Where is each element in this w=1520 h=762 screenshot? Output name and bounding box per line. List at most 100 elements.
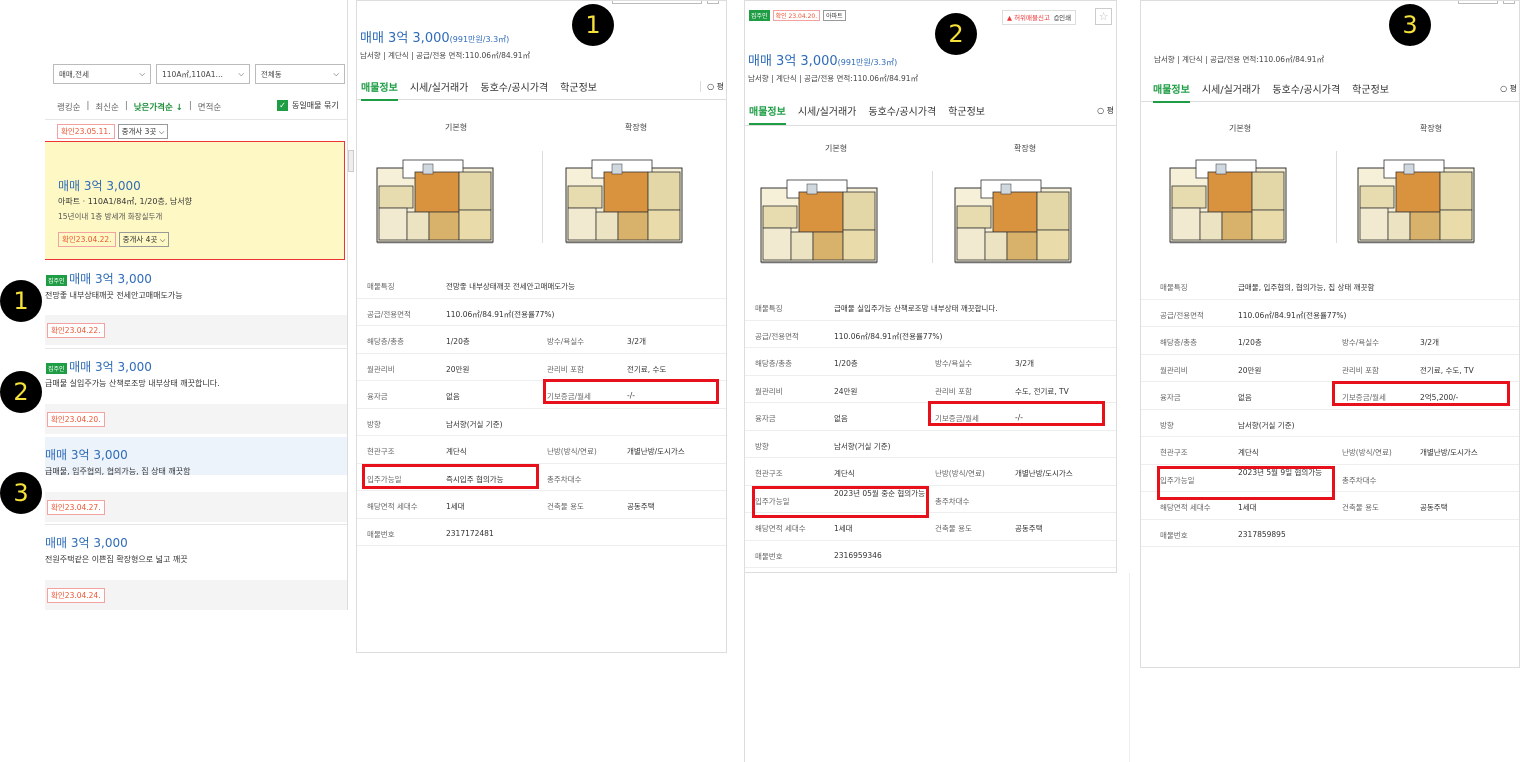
row-value: 1세대	[446, 502, 465, 511]
row-label: 융자금	[367, 392, 388, 401]
tab-school[interactable]: 학군정보	[948, 103, 985, 118]
tab-price[interactable]: 시세/실거래가	[410, 79, 469, 94]
row-label: 난방(방식/연료)	[935, 469, 985, 478]
print-button[interactable]: ⎙인쇄	[1054, 12, 1071, 23]
trade-type-select[interactable]: 매매,전세 ⌵	[53, 64, 151, 84]
sort-area[interactable]: 면적순	[198, 101, 221, 113]
row-label: 매물특징	[1160, 283, 1188, 292]
row-value: 1/20층	[446, 337, 470, 346]
row-value: 3/2개	[1420, 338, 1439, 347]
same-listing-label: 동일매물 묶기	[292, 101, 339, 110]
row-value: 110.06㎡/84.91㎡(전용률77%)	[834, 331, 943, 341]
tab-price[interactable]: 시세/실거래가	[798, 103, 857, 118]
area-unit-toggle[interactable]: ○ 평	[1097, 105, 1114, 116]
row-value: 2316959346	[834, 550, 882, 560]
tab-school[interactable]: 학군정보	[1352, 81, 1389, 96]
list-item[interactable]: 집주인 매매 3억 3,000 전망좋 내부상태깨끗 전세안고매매도가능	[45, 270, 347, 301]
row-label: 관리비 포함	[547, 364, 584, 374]
chevron-down-icon: ⌵	[333, 69, 339, 78]
row-value: 없음	[446, 392, 460, 401]
floorplan-ext-image[interactable]	[1354, 146, 1478, 246]
floorplan-ext-image[interactable]	[562, 146, 686, 246]
top-item-tags: 확인23.05.11. 중개사 3곳 ⌵	[57, 124, 169, 139]
table-row: 방향 남서향(거실 기준)	[357, 409, 726, 436]
detail-tabs: 매물정보 시세/실거래가 동호수/공시가격 학군정보 ○ 평	[1141, 76, 1519, 103]
floorplan-basic-image[interactable]	[373, 146, 497, 246]
tab-unit[interactable]: 동호수/공시가격	[868, 103, 936, 118]
row-value: 계단식	[446, 447, 467, 456]
tab-unit[interactable]: 동호수/공시가격	[480, 79, 548, 94]
floorplan-ext-label: 확장형	[625, 123, 648, 132]
highlighted-listing[interactable]: 매매 3억 3,000 아파트 · 110A1/84㎡, 1/20층, 남서향 …	[45, 141, 345, 260]
building-value: 전체동	[261, 69, 282, 79]
confirm-date: 확인 23.04.20.	[772, 10, 821, 21]
row-value: 1/20층	[1238, 338, 1262, 347]
row-label: 방수/욕실수	[547, 337, 585, 346]
confirm-date: 확인23.04.24.	[47, 588, 105, 603]
list-item[interactable]: 매매 3억 3,000 급매물, 입주협의, 협의가능, 집 상태 깨끗함	[45, 446, 347, 477]
confirm-date: 확인23.04.20.	[47, 412, 105, 427]
list-item[interactable]: 매매 3억 3,000 전원주택같은 이쁜집 확장형으로 넓고 깨끗	[45, 534, 347, 565]
table-row: 현관구조 계단식 난방(방식/연료) 개별난방/도시가스	[745, 458, 1116, 486]
agent-count-button[interactable]: 중개사 4곳 ⌵	[118, 232, 170, 247]
same-listing-toggle[interactable]: ✓ 동일매물 묶기	[277, 100, 339, 111]
tab-price[interactable]: 시세/실거래가	[1202, 81, 1261, 96]
tab-listing-info[interactable]: 매물정보	[749, 103, 786, 125]
confirm-date: 확인23.04.22.	[47, 323, 105, 338]
report-button[interactable]: ▲ 허위매물신고	[1007, 12, 1050, 23]
table-row: 매물번호 2317172481	[357, 519, 726, 546]
area-unit-toggle[interactable]: ○ 평	[700, 81, 724, 92]
agent-count-button[interactable]: 중개사 3곳 ⌵	[117, 124, 169, 139]
highlight-box	[1332, 381, 1510, 406]
building-select[interactable]: 전체동 ⌵	[255, 64, 345, 84]
tab-listing-info[interactable]: 매물정보	[361, 79, 398, 101]
listing-desc: 전망좋 내부상태깨끗 전세안고매매도가능	[45, 291, 183, 300]
sort-ranking[interactable]: 랭킹순	[57, 101, 80, 113]
detail-actions: ▲ 허위매물신고 ⎙인쇄	[1002, 10, 1077, 25]
row-label: 월관리비	[755, 386, 783, 396]
tab-school[interactable]: 학군정보	[560, 79, 597, 94]
highlight-box	[1157, 466, 1335, 500]
area-select[interactable]: 110A㎡,110A1… ⌵	[156, 64, 250, 84]
row-label: 공급/전용면적	[755, 331, 799, 341]
row-label: 방향	[367, 419, 381, 429]
floorplan-icon	[760, 179, 878, 264]
table-row: 월관리비 20만원 관리비 포함 전기료, 수도, TV	[1141, 355, 1519, 382]
confirm-date: 확인23.04.27.	[47, 500, 105, 515]
row-value: 110.06㎡/84.91㎡(전용률77%)	[1238, 310, 1347, 320]
detail-price: 매매 3억 3,000(991만원/3.3㎡)	[360, 31, 510, 46]
list-item[interactable]: 집주인 매매 3억 3,000 급매물 실입주가능 산책로조망 내부상태 깨끗합…	[45, 358, 347, 389]
row-label: 현관구조	[367, 447, 395, 456]
agent-count-label: 중개사 4곳	[122, 235, 158, 244]
marker-1: 1	[572, 4, 614, 46]
area-value: 110A㎡,110A1…	[162, 69, 224, 79]
row-label: 매물번호	[755, 551, 783, 561]
marker-2: 2	[0, 371, 42, 413]
row-label: 월관리비	[367, 364, 395, 374]
tab-listing-info[interactable]: 매물정보	[1153, 81, 1190, 103]
detail-subline: 남서향 | 계단식 | 공급/전용 면적:110.06㎡/84.91㎡	[360, 51, 531, 60]
tab-unit[interactable]: 동호수/공시가격	[1272, 81, 1340, 96]
table-row: 방향 남서향(거실 기준)	[745, 431, 1116, 458]
row-label: 현관구조	[1160, 448, 1188, 457]
table-row: 월관리비 20만원 관리비 포함 전기료, 수도	[357, 354, 726, 381]
detail-subline: 남서향 | 계단식 | 공급/전용 면적:110.06㎡/84.91㎡	[1154, 55, 1325, 64]
owner-badge: 집주인	[46, 363, 67, 374]
listing-price: 매매 3억 3,000	[69, 360, 152, 374]
row-label: 해당면적 세대수	[1160, 503, 1211, 512]
row-label: 공급/전용면적	[367, 309, 411, 319]
sort-low-price[interactable]: 낮은가격순 ↓	[134, 101, 183, 113]
table-row: 공급/전용면적 110.06㎡/84.91㎡(전용률77%)	[357, 299, 726, 326]
highlight-box	[928, 401, 1105, 426]
sort-latest[interactable]: 최신순	[95, 101, 118, 113]
favorite-star-icon[interactable]: ☆	[1095, 8, 1112, 25]
floorplan-ext-image[interactable]	[951, 166, 1075, 266]
row-value: 전기료, 수도	[627, 364, 667, 374]
row-label: 건축물 용도	[547, 502, 584, 511]
area-unit-toggle[interactable]: ○ 평	[1500, 83, 1517, 94]
checkbox-icon[interactable]: ✓	[277, 100, 288, 111]
listing-price: 매매 3억 3,000	[45, 536, 128, 550]
floorplan-basic-image[interactable]	[757, 166, 881, 266]
scrollbar[interactable]	[348, 150, 354, 172]
floorplan-basic-image[interactable]	[1166, 146, 1290, 246]
